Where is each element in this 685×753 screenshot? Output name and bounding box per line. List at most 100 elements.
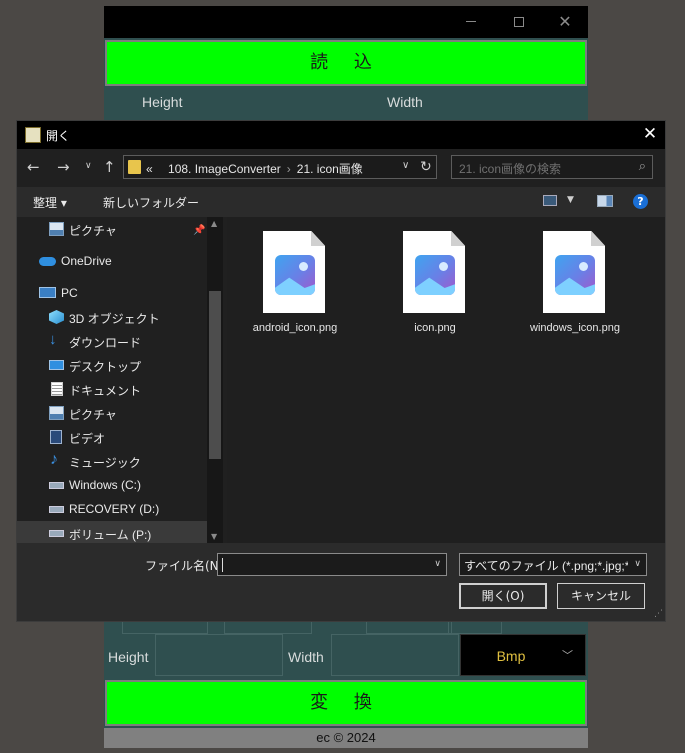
format-select[interactable]: Bmp ﹀ <box>460 634 586 676</box>
close-icon: ✕ <box>558 12 572 31</box>
sidebar-item-desktop[interactable]: デスクトップ <box>17 353 207 377</box>
up-arrow-icon[interactable]: ↑ <box>103 158 116 176</box>
download-icon: ↓ <box>49 331 57 348</box>
back-arrow-icon[interactable]: ← <box>27 158 40 176</box>
recent-locations-chevron-icon[interactable]: ∨ <box>85 161 92 171</box>
minimize-button[interactable] <box>448 6 494 38</box>
sidebar-item-3d-objects[interactable]: 3D オブジェクト <box>17 305 207 329</box>
navigation-bar: ← → ∨ ↑ « 108. ImageConverter › 21. icon画像… <box>17 149 665 187</box>
sidebar-item-label: ダウンロード <box>69 336 142 350</box>
sidebar-item-label: 3D オブジェクト <box>69 312 160 326</box>
organize-button[interactable]: 整理 ▾ <box>33 194 67 211</box>
open-button[interactable]: 開く(O) <box>459 583 547 609</box>
file-type-select[interactable]: すべてのファイル (*.png;*.jpg;*.jpe ∨ <box>459 553 647 576</box>
sidebar-item-label: ドキュメント <box>69 384 142 398</box>
music-icon: ♪ <box>50 451 58 468</box>
pc-icon <box>39 287 56 298</box>
sidebar-item-label: PC <box>61 286 78 300</box>
search-placeholder: 21. icon画像の検索 <box>459 162 562 176</box>
target-width-input[interactable] <box>331 634 459 676</box>
forward-arrow-icon[interactable]: → <box>57 158 70 176</box>
target-height-label: Height <box>108 649 149 665</box>
sidebar-item-label: RECOVERY (D:) <box>69 502 160 516</box>
documents-icon <box>51 382 63 396</box>
chevron-down-icon[interactable]: ∨ <box>434 559 441 569</box>
chevron-down-icon[interactable]: ▼ <box>567 195 574 205</box>
chevron-down-icon[interactable]: ∨ <box>402 160 409 171</box>
sidebar-item-drive-c[interactable]: Windows (C:) <box>17 473 207 497</box>
filename-label: ファイル名(N): <box>145 559 228 573</box>
folder-icon <box>128 160 141 174</box>
load-button[interactable]: 読 込 <box>105 40 587 86</box>
format-value: Bmp <box>496 648 526 664</box>
pictures-icon <box>49 222 64 236</box>
desktop-icon <box>49 360 64 370</box>
app-titlebar: ✕ <box>104 6 588 38</box>
chevron-down-icon: ∨ <box>634 559 641 569</box>
address-bar[interactable]: « 108. ImageConverter › 21. icon画像 ∨ ↻ <box>123 155 437 179</box>
target-height-input[interactable] <box>155 634 283 676</box>
image-thumbnail-icon <box>555 255 595 295</box>
sidebar-item-pc[interactable]: PC <box>17 281 207 305</box>
breadcrumb-item[interactable]: 108. ImageConverter <box>168 162 281 176</box>
minimize-icon <box>466 21 476 22</box>
dialog-footer: ファイル名(N): ∨ すべてのファイル (*.png;*.jpg;*.jpe … <box>17 543 665 621</box>
sidebar-item-onedrive[interactable]: OneDrive <box>17 249 207 273</box>
navigation-pane: ピクチャ 📌 OneDrive PC 3D オブジェクト ↓ ダウンロード デス… <box>17 217 223 543</box>
scroll-down-icon[interactable]: ▼ <box>211 532 217 541</box>
cancel-button[interactable]: キャンセル <box>557 583 645 609</box>
help-icon[interactable]: ? <box>633 194 648 209</box>
sidebar-item-label: ピクチャ <box>69 224 117 238</box>
preview-pane-icon[interactable] <box>597 195 613 207</box>
new-folder-button[interactable]: 新しいフォルダー <box>103 194 199 211</box>
filename-input[interactable]: ∨ <box>217 553 447 576</box>
sidebar-item-drive-p[interactable]: ボリューム (P:) <box>17 521 207 543</box>
sidebar-item-documents[interactable]: ドキュメント <box>17 377 207 401</box>
pin-icon: 📌 <box>193 225 206 236</box>
file-item[interactable]: icon.png <box>377 231 473 361</box>
breadcrumb-item[interactable]: 21. icon画像 <box>297 162 363 176</box>
sidebar-item-drive-d[interactable]: RECOVERY (D:) <box>17 497 207 521</box>
file-list: android_icon.png icon.png windows_icon.p… <box>227 217 665 543</box>
file-item[interactable]: android_icon.png <box>237 231 337 361</box>
search-input[interactable]: 21. icon画像の検索 ⌕ <box>451 155 653 179</box>
sidebar-item-pictures[interactable]: ピクチャ <box>17 401 207 425</box>
view-options-icon[interactable] <box>543 195 557 206</box>
maximize-button[interactable] <box>496 6 542 38</box>
target-width-label: Width <box>288 649 324 665</box>
file-item[interactable]: windows_icon.png <box>517 231 620 361</box>
breadcrumb-separator-icon[interactable]: › <box>281 162 297 176</box>
close-button[interactable]: ✕ <box>542 6 588 38</box>
drive-icon <box>49 506 64 513</box>
file-name: windows_icon.png <box>530 322 620 334</box>
resize-grip-icon[interactable]: ⋰ <box>654 609 663 619</box>
dialog-close-button[interactable]: ✕ <box>635 121 665 149</box>
sidebar-item-videos[interactable]: ビデオ <box>17 425 207 449</box>
command-bar: 整理 ▾ 新しいフォルダー ▼ ? <box>17 187 665 217</box>
dialog-titlebar: 開く ✕ <box>17 121 665 149</box>
sidebar-item-label: ピクチャ <box>69 408 117 422</box>
sidebar-item-pictures-quick[interactable]: ピクチャ 📌 <box>17 217 207 241</box>
sidebar-item-label: ボリューム (P:) <box>69 528 152 542</box>
sidebar-item-label: ミュージック <box>69 456 141 470</box>
sidebar-item-music[interactable]: ♪ ミュージック <box>17 449 207 473</box>
sidebar-scrollbar[interactable]: ▲ ▼ <box>207 217 223 543</box>
source-width-label: Width <box>387 94 423 110</box>
onedrive-icon <box>39 257 56 266</box>
file-type-value: すべてのファイル (*.png;*.jpg;*.jpe <box>464 559 628 573</box>
app-icon <box>25 127 41 143</box>
sidebar-item-label: ビデオ <box>69 432 106 446</box>
video-icon <box>50 430 62 444</box>
refresh-icon[interactable]: ↻ <box>420 158 432 175</box>
drive-icon <box>49 482 64 489</box>
breadcrumb-separator <box>153 162 168 176</box>
convert-button[interactable]: 変 換 <box>105 680 587 726</box>
chevron-down-icon: ﹀ <box>562 649 573 662</box>
scroll-up-icon[interactable]: ▲ <box>211 219 217 228</box>
image-thumbnail-icon <box>275 255 315 295</box>
breadcrumb-overflow[interactable]: « <box>146 162 153 176</box>
scrollbar-thumb[interactable] <box>209 291 221 459</box>
text-caret <box>222 558 223 572</box>
sidebar-item-downloads[interactable]: ↓ ダウンロード <box>17 329 207 353</box>
search-icon: ⌕ <box>638 159 646 174</box>
